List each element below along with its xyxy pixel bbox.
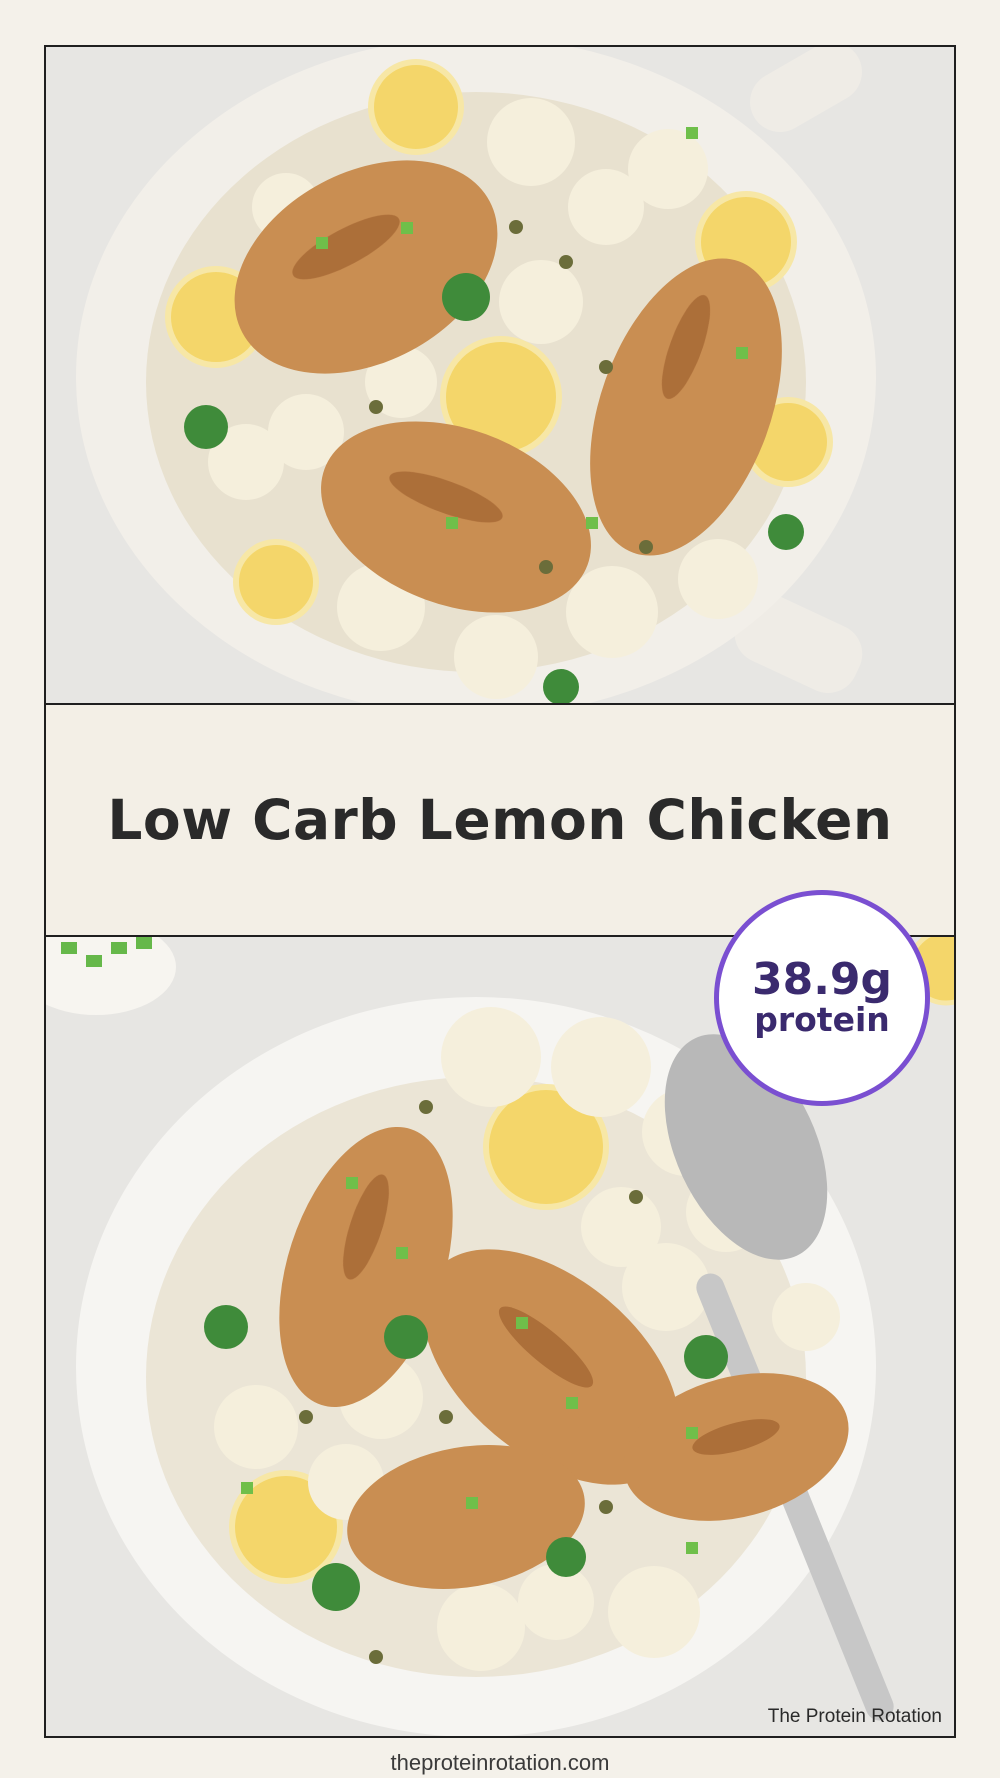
top-food-photo <box>46 47 954 705</box>
recipe-title: Low Carb Lemon Chicken <box>107 788 893 852</box>
protein-amount: 38.9g <box>751 953 893 1005</box>
protein-label: protein <box>754 999 890 1039</box>
protein-badge: 38.9g protein <box>714 890 930 1106</box>
footer-url-link[interactable]: theproteinrotation.com <box>0 1750 1000 1776</box>
watermark-brand: The Protein Rotation <box>767 1706 942 1727</box>
